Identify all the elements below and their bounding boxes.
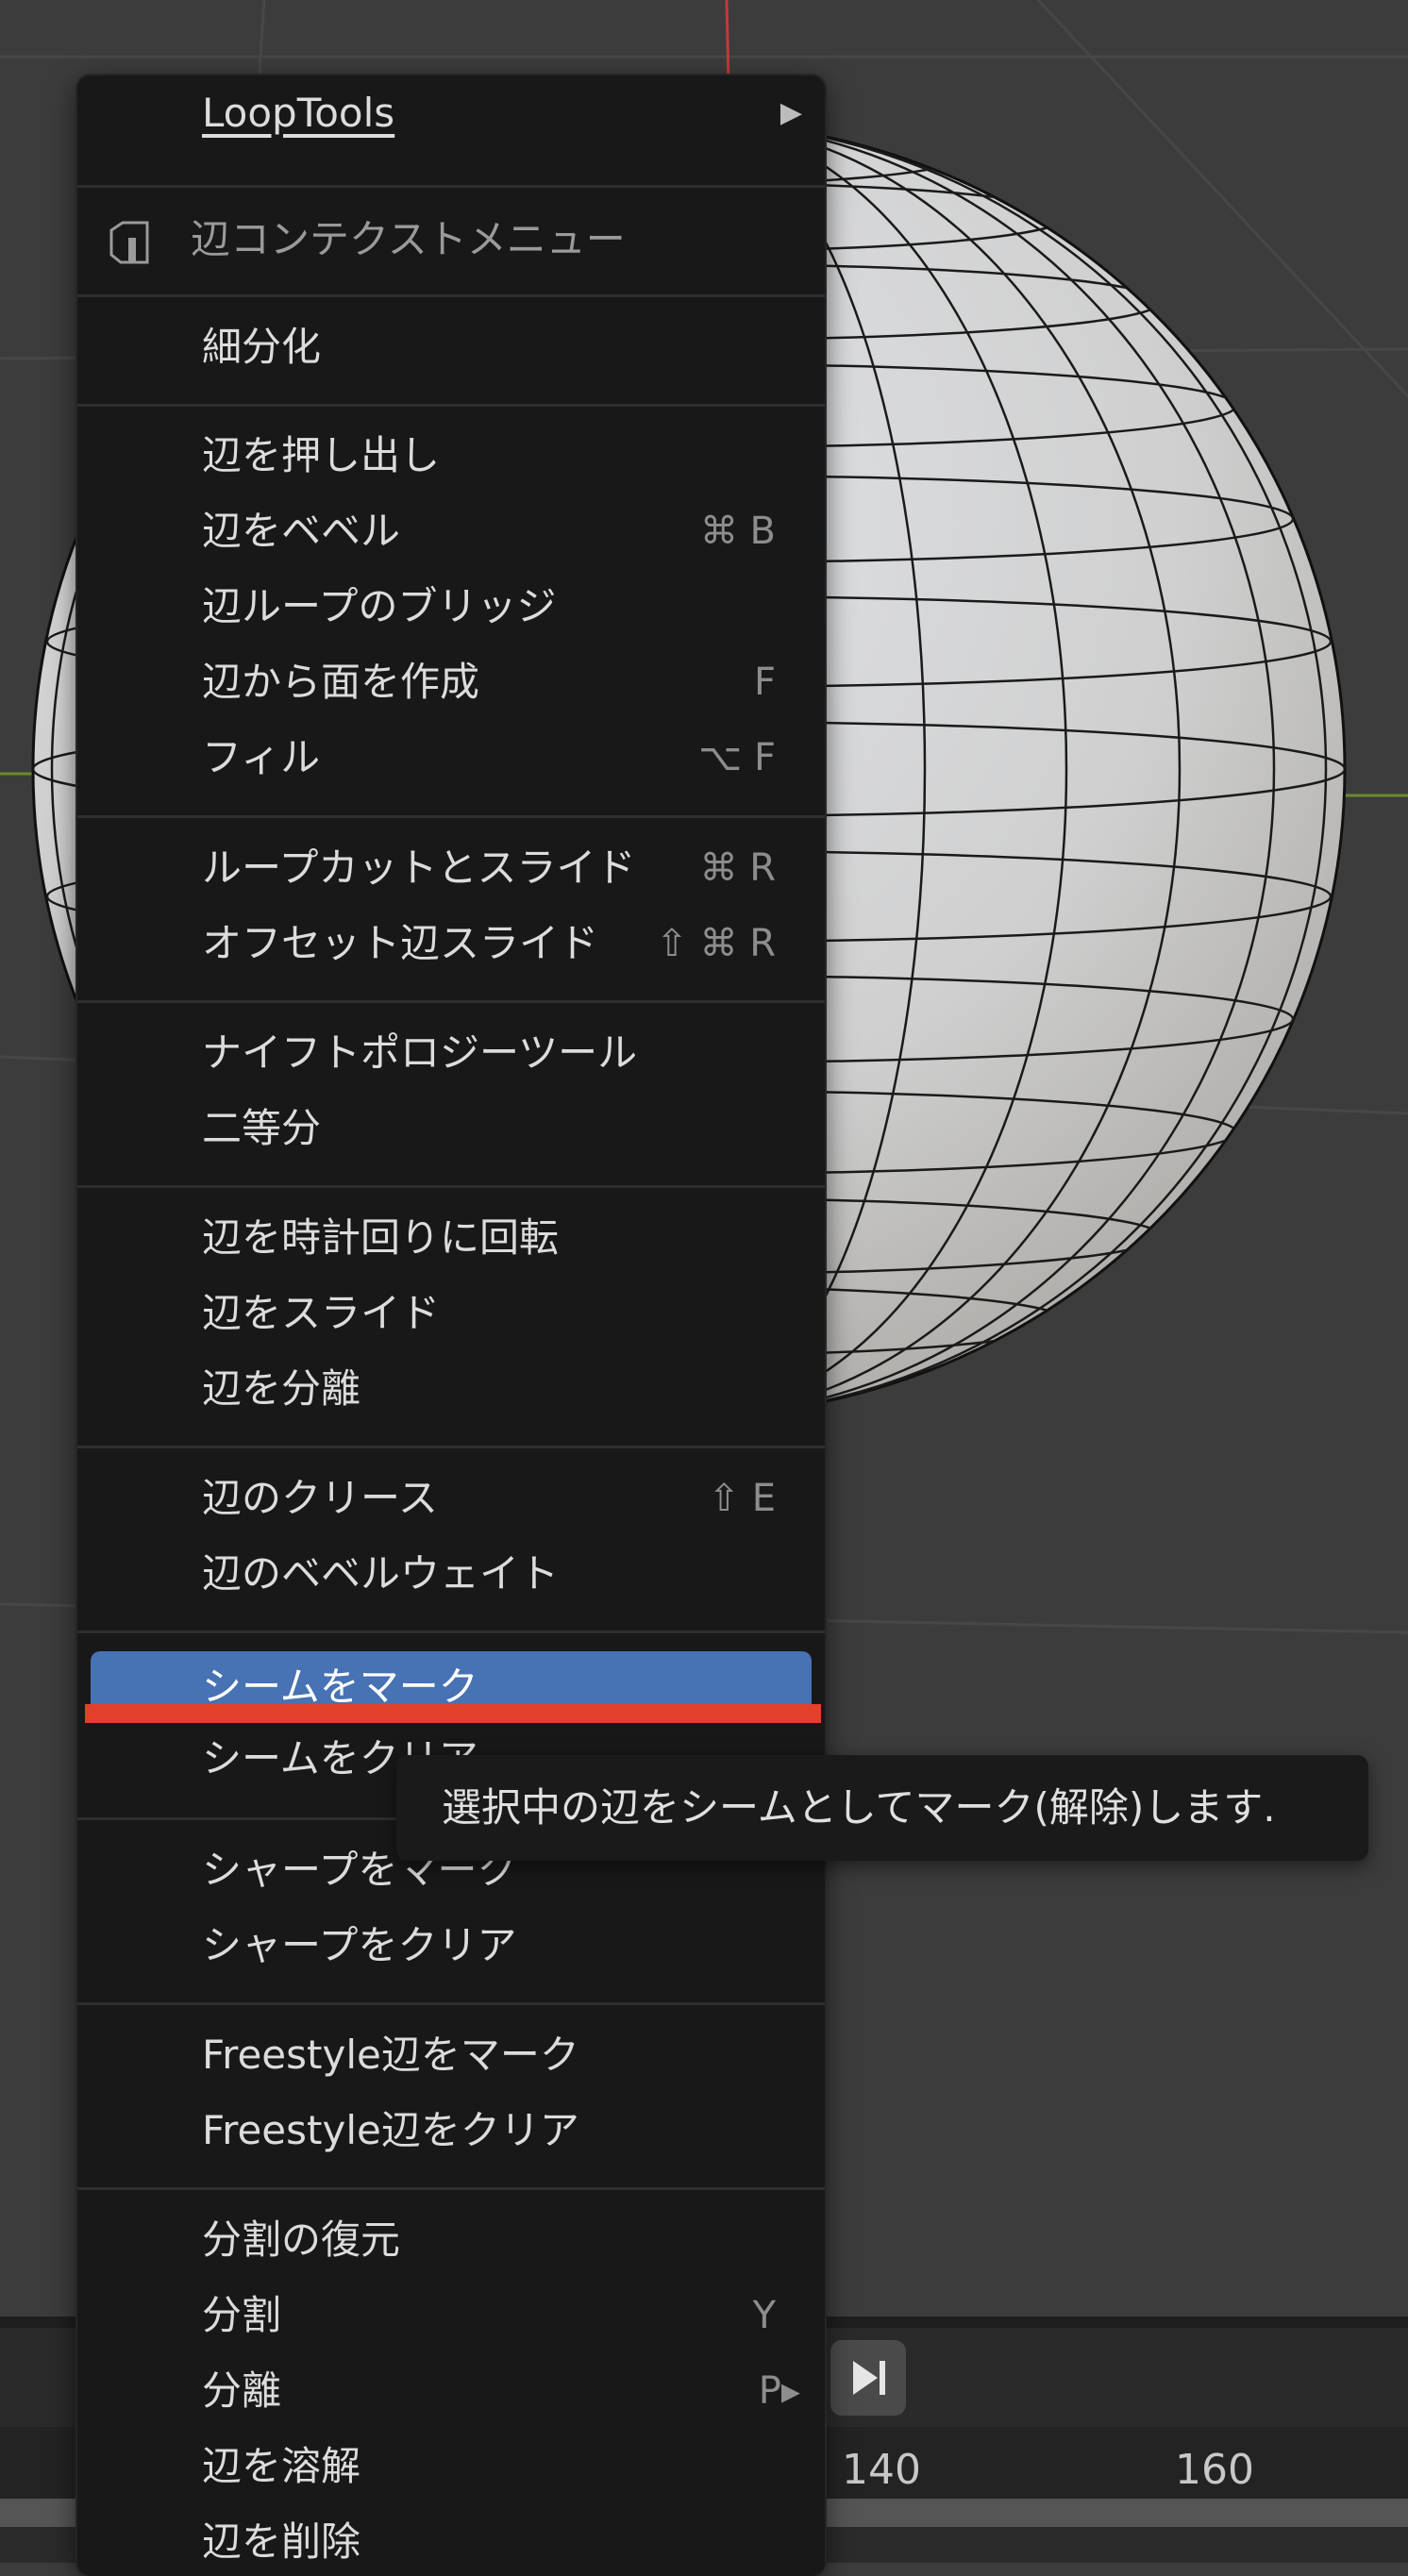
menu-item-label: 辺をスライド bbox=[202, 1290, 441, 1336]
menu-separator bbox=[77, 185, 825, 188]
menu-item-clear-freestyle-edge[interactable]: Freestyle辺をクリア bbox=[77, 2095, 825, 2166]
menu-item-label: Freestyle辺をクリア bbox=[202, 2107, 579, 2153]
menu-item-mark-freestyle-edge[interactable]: Freestyle辺をマーク bbox=[77, 2019, 825, 2091]
menu-separator bbox=[77, 404, 825, 407]
menu-item-label: シャープをクリア bbox=[202, 1922, 517, 1968]
menu-separator bbox=[77, 1446, 825, 1448]
menu-item-label: 辺のクリース bbox=[202, 1475, 438, 1521]
menu-separator bbox=[77, 1185, 825, 1188]
annotation-underline bbox=[85, 1704, 821, 1723]
jump-end-icon bbox=[853, 2361, 885, 2395]
menu-item-label: 辺をベベル bbox=[202, 508, 401, 554]
frame-label: 140 bbox=[842, 2446, 921, 2494]
menu-item-label: 辺を分離 bbox=[202, 1365, 361, 1412]
menu-item-delete-edges[interactable]: 辺を削除 bbox=[77, 2506, 825, 2576]
menu-item-rotate-edge-cw[interactable]: 辺を時計回りに回転 bbox=[77, 1202, 825, 1274]
menu-item-clear-sharp[interactable]: シャープをクリア bbox=[77, 1910, 825, 1982]
menu-separator bbox=[77, 294, 825, 297]
menu-item-label: 分離 bbox=[202, 2367, 282, 2414]
shortcut-label: ⌥ F bbox=[698, 736, 776, 779]
menu-item-label: 細分化 bbox=[202, 324, 322, 370]
menu-item-label: 辺のベベルウェイト bbox=[202, 1550, 560, 1597]
menu-separator bbox=[77, 1000, 825, 1003]
menu-item-label: 辺から面を作成 bbox=[202, 659, 480, 705]
menu-item-bisect[interactable]: 二等分 bbox=[77, 1093, 825, 1164]
shortcut-label: ⌘ R bbox=[699, 846, 776, 890]
menu-item-label: 分割 bbox=[202, 2292, 282, 2338]
menu-item-label: 二等分 bbox=[202, 1105, 322, 1151]
shortcut-label: F bbox=[753, 661, 776, 704]
menu-item-restore-split[interactable]: 分割の復元 bbox=[77, 2204, 825, 2276]
menu-item-label: 辺を削除 bbox=[202, 2518, 361, 2565]
menu-item-separate[interactable]: 分離 P▸ bbox=[77, 2355, 825, 2427]
menu-item-new-face-from-edges[interactable]: 辺から面を作成 F bbox=[77, 646, 825, 718]
submenu-arrow-icon: ▶ bbox=[779, 96, 802, 129]
menu-item-extrude-edges[interactable]: 辺を押し出し bbox=[77, 420, 825, 492]
shortcut-label: ⇧ E bbox=[708, 1477, 776, 1520]
edge-menu-icon bbox=[109, 221, 149, 264]
menu-item-label: ループカットとスライド bbox=[202, 845, 636, 891]
menu-item-looptools[interactable]: LoopTools ▶ bbox=[77, 77, 825, 149]
menu-item-bevel-edges[interactable]: 辺をベベル ⌘ B bbox=[77, 495, 825, 567]
menu-item-dissolve-edges[interactable]: 辺を溶解 bbox=[77, 2431, 825, 2502]
menu-item-label: 辺ループのブリッジ bbox=[202, 583, 557, 629]
edge-context-menu: LoopTools ▶ 辺コンテクストメニュー 細分化 辺を押し出し 辺をベベル… bbox=[77, 75, 825, 2576]
menu-separator bbox=[77, 1631, 825, 1633]
shortcut-label: P▸ bbox=[758, 2369, 800, 2413]
menu-item-label: オフセット辺スライド bbox=[202, 920, 599, 966]
menu-item-edge-slide[interactable]: 辺をスライド bbox=[77, 1278, 825, 1349]
menu-item-loop-cut-slide[interactable]: ループカットとスライド ⌘ R bbox=[77, 832, 825, 904]
menu-item-edge-crease[interactable]: 辺のクリース ⇧ E bbox=[77, 1463, 825, 1534]
menu-header-label: 辺コンテクストメニュー bbox=[191, 216, 626, 262]
menu-item-label: フィル bbox=[202, 734, 321, 780]
menu-separator bbox=[77, 815, 825, 818]
menu-item-label: LoopTools bbox=[202, 90, 395, 136]
menu-item-label: 辺を押し出し bbox=[202, 432, 441, 478]
menu-separator bbox=[77, 2187, 825, 2190]
menu-item-label: 辺を溶解 bbox=[202, 2443, 361, 2489]
menu-item-edge-split[interactable]: 辺を分離 bbox=[77, 1353, 825, 1425]
shortcut-label: Y bbox=[752, 2294, 776, 2337]
menu-item-split[interactable]: 分割 Y bbox=[77, 2280, 825, 2351]
menu-item-fill[interactable]: フィル ⌥ F bbox=[77, 722, 825, 794]
menu-header: 辺コンテクストメニュー bbox=[77, 204, 825, 276]
menu-item-offset-edge-slide[interactable]: オフセット辺スライド ⇧ ⌘ R bbox=[77, 908, 825, 979]
menu-item-knife-topology-tool[interactable]: ナイフトポロジーツール bbox=[77, 1017, 825, 1089]
menu-item-label: 分割の復元 bbox=[202, 2216, 401, 2263]
menu-separator bbox=[77, 2002, 825, 2005]
menu-item-label: ナイフトポロジーツール bbox=[202, 1029, 638, 1076]
tooltip: 選択中の辺をシームとしてマーク(解除)します. bbox=[396, 1755, 1368, 1861]
frame-label: 160 bbox=[1175, 2446, 1254, 2494]
menu-item-label: Freestyle辺をマーク bbox=[202, 2032, 579, 2078]
menu-item-bridge-edge-loops[interactable]: 辺ループのブリッジ bbox=[77, 571, 825, 643]
menu-item-subdivide[interactable]: 細分化 bbox=[77, 311, 825, 383]
shortcut-label: ⇧ ⌘ R bbox=[656, 922, 776, 965]
menu-item-label: 辺を時計回りに回転 bbox=[202, 1214, 560, 1261]
menu-item-edge-bevel-weight[interactable]: 辺のベベルウェイト bbox=[77, 1538, 825, 1610]
shortcut-label: ⌘ B bbox=[699, 510, 776, 553]
jump-to-end-button[interactable] bbox=[830, 2340, 906, 2416]
